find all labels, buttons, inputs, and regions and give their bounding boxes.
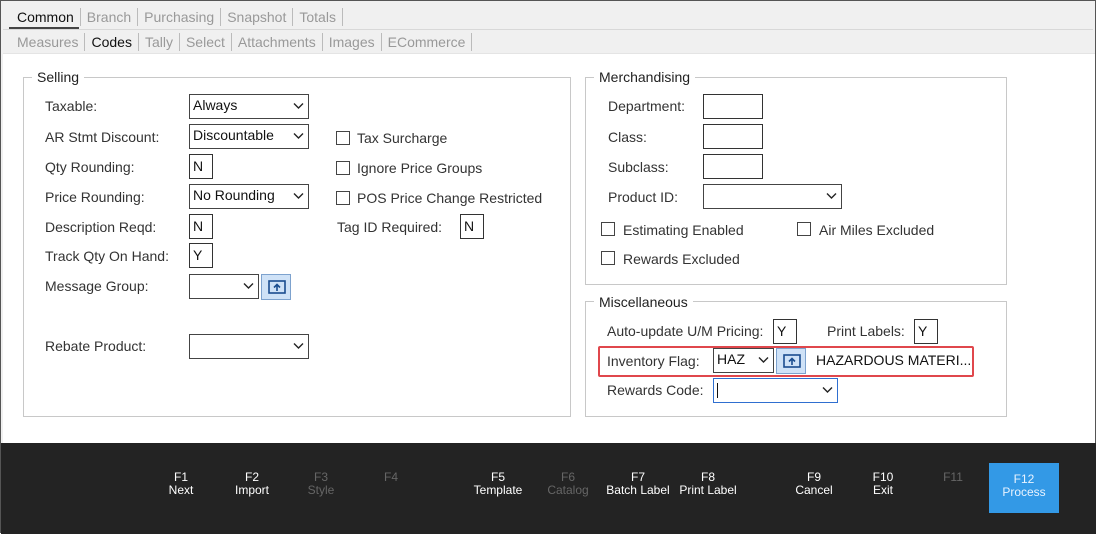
air-miles-excluded-checkbox[interactable]: [797, 222, 811, 236]
miscellaneous-legend: Miscellaneous: [594, 294, 693, 310]
estimating-enabled-checkbox[interactable]: [601, 222, 615, 236]
print-labels-label: Print Labels:: [827, 323, 905, 339]
ignore-price-groups-checkbox[interactable]: [336, 161, 350, 175]
f12-process-button[interactable]: F12 Process: [989, 463, 1059, 513]
subclass-label: Subclass:: [608, 159, 669, 175]
chevron-down-icon: [293, 133, 304, 139]
subclass-field[interactable]: [703, 154, 763, 179]
product-id-select[interactable]: [703, 184, 842, 209]
highlight-box: [598, 346, 974, 377]
rewards-excluded-label: Rewards Excluded: [623, 251, 740, 267]
class-label: Class:: [608, 129, 647, 145]
track-qty-field[interactable]: Y: [189, 243, 213, 268]
class-field[interactable]: [703, 124, 763, 149]
chevron-down-icon: [826, 193, 837, 199]
primary-tab-row: Common Branch Purchasing Snapshot Totals: [3, 5, 343, 29]
tab-codes[interactable]: Codes: [85, 33, 139, 51]
qty-rounding-field[interactable]: N: [189, 154, 213, 179]
f11-button[interactable]: F11: [908, 471, 998, 484]
auto-update-label: Auto-update U/M Pricing:: [607, 323, 764, 339]
print-labels-field[interactable]: Y: [914, 319, 938, 344]
tag-id-required-label: Tag ID Required:: [337, 219, 443, 235]
description-reqd-field[interactable]: N: [189, 214, 213, 239]
tag-id-required-field[interactable]: N: [460, 214, 484, 239]
message-group-label: Message Group:: [45, 278, 149, 294]
pick-list-icon: [268, 280, 286, 294]
taxable-label: Taxable:: [45, 98, 98, 114]
tab-common[interactable]: Common: [3, 8, 81, 26]
tab-branch[interactable]: Branch: [81, 8, 139, 26]
chevron-down-icon: [293, 193, 304, 199]
pos-price-change-label: POS Price Change Restricted: [357, 190, 543, 206]
taxable-select[interactable]: Always: [189, 94, 309, 119]
price-rounding-select[interactable]: No Rounding: [189, 184, 309, 209]
tab-snapshot[interactable]: Snapshot: [221, 8, 294, 26]
product-id-label: Product ID:: [608, 189, 679, 205]
estimating-enabled-label: Estimating Enabled: [623, 222, 744, 238]
chevron-down-icon: [243, 283, 254, 289]
tax-surcharge-checkbox[interactable]: [336, 131, 350, 145]
tab-select[interactable]: Select: [180, 33, 232, 51]
pos-price-change-checkbox[interactable]: [336, 191, 350, 205]
message-group-picker-button[interactable]: [261, 274, 291, 300]
chevron-down-icon: [293, 103, 304, 109]
window: Common Branch Purchasing Snapshot Totals…: [0, 0, 1096, 534]
rebate-product-label: Rebate Product:: [45, 338, 147, 354]
air-miles-excluded-label: Air Miles Excluded: [819, 222, 935, 238]
tax-surcharge-label: Tax Surcharge: [357, 130, 448, 146]
chevron-down-icon: [822, 387, 833, 393]
secondary-tab-row: Measures Codes Tally Select Attachments …: [3, 30, 473, 54]
merchandising-legend: Merchandising: [594, 69, 696, 85]
f4-button[interactable]: F4: [346, 471, 436, 484]
ar-stmt-discount-label: AR Stmt Discount:: [45, 129, 160, 145]
tab-ecommerce[interactable]: ECommerce: [382, 33, 473, 51]
tab-attachments[interactable]: Attachments: [232, 33, 323, 51]
ignore-price-groups-label: Ignore Price Groups: [357, 160, 483, 176]
chevron-down-icon: [293, 343, 304, 349]
qty-rounding-label: Qty Rounding:: [45, 159, 135, 175]
ar-stmt-discount-select[interactable]: Discountable: [189, 124, 309, 149]
department-label: Department:: [608, 98, 686, 114]
description-reqd-label: Description Reqd:: [45, 219, 157, 235]
f8-print-label-button[interactable]: F8 Print Label: [663, 471, 753, 497]
selling-legend: Selling: [32, 69, 85, 85]
rewards-code-select[interactable]: [713, 378, 838, 403]
rebate-product-select[interactable]: [189, 334, 309, 359]
auto-update-field[interactable]: Y: [773, 319, 797, 344]
tab-measures[interactable]: Measures: [3, 33, 86, 51]
function-key-bar: F1 Next F2 Import F3 Style F4 F5 Template F6…: [1, 443, 1096, 534]
price-rounding-label: Price Rounding:: [45, 189, 145, 205]
rewards-excluded-checkbox[interactable]: [601, 251, 615, 265]
track-qty-label: Track Qty On Hand:: [45, 248, 169, 264]
tab-tally[interactable]: Tally: [139, 33, 180, 51]
rewards-code-label: Rewards Code:: [607, 382, 704, 398]
tab-totals[interactable]: Totals: [293, 8, 343, 26]
tab-images[interactable]: Images: [323, 33, 382, 51]
department-field[interactable]: [703, 94, 763, 119]
message-group-select[interactable]: [189, 274, 259, 299]
tab-purchasing[interactable]: Purchasing: [138, 8, 222, 26]
